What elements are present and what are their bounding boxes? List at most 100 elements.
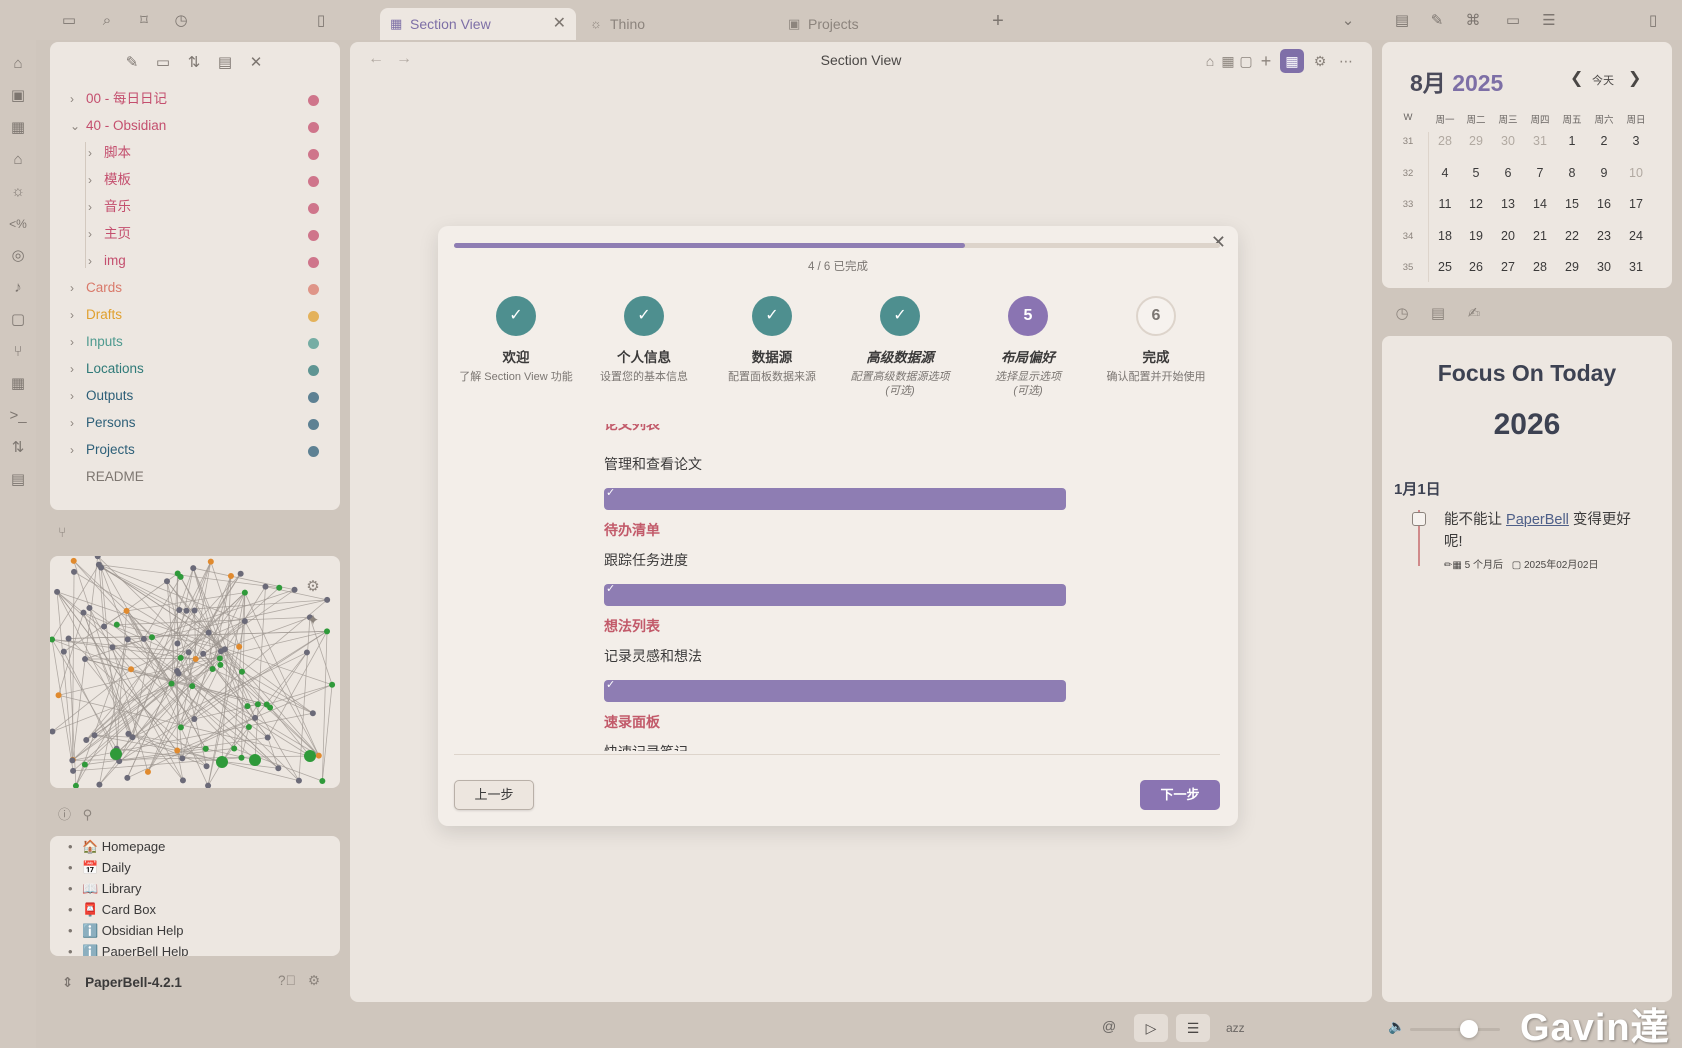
chevron-right-icon[interactable]: › <box>88 194 100 220</box>
graph-node[interactable] <box>174 747 181 754</box>
calendar-icon[interactable]: ▤ <box>1391 10 1413 32</box>
graph-node[interactable] <box>207 558 214 565</box>
tags-icon[interactable]: ⌘ <box>1462 10 1484 32</box>
tree-item[interactable]: › Persons <box>0 410 340 436</box>
calendar-day[interactable]: 4 <box>1430 166 1460 180</box>
calendar-day[interactable]: 24 <box>1621 229 1651 243</box>
graph-node[interactable] <box>324 628 331 635</box>
graph-node[interactable] <box>174 640 181 647</box>
playlist-button[interactable]: ☰ <box>1176 1014 1210 1042</box>
clock-icon[interactable]: ◷ <box>170 10 192 32</box>
graph-node[interactable] <box>263 701 270 708</box>
task-checkbox[interactable] <box>1412 512 1426 526</box>
folder-icon[interactable]: ▭ <box>58 10 80 32</box>
graph-node[interactable] <box>245 724 252 731</box>
graph-node[interactable] <box>55 692 62 699</box>
graph-node[interactable] <box>128 666 135 673</box>
next-button[interactable]: 下一步 <box>1140 780 1220 810</box>
graph-node[interactable] <box>80 609 87 616</box>
graph-node[interactable] <box>249 754 261 766</box>
graph-node[interactable] <box>254 701 261 708</box>
gear-icon[interactable]: ⚙ <box>1308 49 1332 73</box>
graph-node[interactable] <box>124 774 131 781</box>
calendar-day[interactable]: 20 <box>1493 229 1523 243</box>
graph-node[interactable] <box>217 661 224 668</box>
tree-item[interactable]: › Locations <box>0 356 340 382</box>
calendar-day[interactable]: 29 <box>1461 134 1491 148</box>
calendar-clock-icon[interactable]: ◷ <box>1390 302 1414 326</box>
graph-node[interactable] <box>237 570 244 577</box>
close-icon[interactable]: ✕ <box>553 8 566 40</box>
calendar-day[interactable]: 11 <box>1430 197 1460 211</box>
calendar-day[interactable]: 17 <box>1621 197 1651 211</box>
more-icon[interactable]: ⋯ <box>1334 49 1358 73</box>
calendar-day[interactable]: 23 <box>1589 229 1619 243</box>
gear-icon[interactable]: ⚙ <box>302 576 324 598</box>
sort-icon[interactable]: ⇅ <box>183 52 205 74</box>
chevron-right-icon[interactable]: › <box>88 221 100 247</box>
graph-node[interactable] <box>203 763 210 770</box>
graduation-cap-icon[interactable]: ⌂ <box>8 54 28 74</box>
volume-slider-handle[interactable] <box>1460 1020 1478 1038</box>
graph-node[interactable] <box>81 761 88 768</box>
graph-node[interactable] <box>202 745 209 752</box>
tree-item[interactable]: › 00 - 每日日记 <box>0 86 340 112</box>
chevron-right-icon[interactable]: › <box>70 302 82 328</box>
tree-item[interactable]: › Projects <box>0 437 340 463</box>
volume-icon[interactable]: 🔈 <box>1388 1018 1405 1035</box>
chevron-down-icon[interactable]: ⌄ <box>70 113 82 139</box>
graph-node[interactable] <box>144 768 151 775</box>
chevron-right-icon[interactable]: › <box>88 140 100 166</box>
calendar-day[interactable]: 10 <box>1621 166 1651 180</box>
calendar-day[interactable]: 6 <box>1493 166 1523 180</box>
graph-node[interactable] <box>209 666 216 673</box>
calendar-day[interactable]: 5 <box>1461 166 1491 180</box>
new-tab-icon[interactable]: + <box>987 10 1009 32</box>
graph-node[interactable] <box>101 623 108 630</box>
graph-node[interactable] <box>216 756 228 768</box>
graph-node[interactable] <box>221 646 228 653</box>
tree-item[interactable]: › img <box>0 248 340 274</box>
tree-item[interactable]: › Cards <box>0 275 340 301</box>
graph-node[interactable] <box>252 714 259 721</box>
graph-node[interactable] <box>72 782 79 788</box>
chevron-left-icon[interactable]: ❮ <box>1570 68 1583 88</box>
task-link[interactable]: PaperBell <box>1506 512 1569 528</box>
calendar-day[interactable]: 3 <box>1621 134 1651 148</box>
close-icon[interactable]: ✕ <box>245 52 267 74</box>
tree-item[interactable]: › 主页 <box>0 221 340 247</box>
bookmark-item[interactable]: 📅 Daily <box>68 858 131 878</box>
calendar-day[interactable]: 28 <box>1525 260 1555 274</box>
graph-node[interactable] <box>303 649 310 656</box>
calendar-day[interactable]: 18 <box>1430 229 1460 243</box>
chevron-right-icon[interactable]: › <box>88 248 100 274</box>
search-icon[interactable]: ⌕ <box>96 10 118 32</box>
sidebar-toggle-icon[interactable]: ▯ <box>310 10 332 32</box>
graph-node[interactable] <box>148 634 155 641</box>
graph-node[interactable] <box>295 777 302 784</box>
graph-node[interactable] <box>304 750 316 762</box>
calendar-day[interactable]: 26 <box>1461 260 1491 274</box>
calendar-day[interactable]: 27 <box>1493 260 1523 274</box>
graph-node[interactable] <box>191 716 198 723</box>
graph-node[interactable] <box>185 649 192 656</box>
graph-node[interactable] <box>262 583 269 590</box>
new-folder-icon[interactable]: ▭ <box>152 52 174 74</box>
tree-item[interactable]: › 音乐 <box>0 194 340 220</box>
tree-item[interactable]: › Inputs <box>0 329 340 355</box>
calendar-day[interactable]: 2 <box>1589 134 1619 148</box>
archive-icon[interactable]: ▭ <box>1502 10 1524 32</box>
chevron-right-icon[interactable]: › <box>70 86 82 112</box>
graph-node[interactable] <box>231 745 238 752</box>
graph-node[interactable] <box>236 643 243 650</box>
graph-node[interactable] <box>65 635 72 642</box>
section-toggle[interactable]: ✓ <box>604 487 1066 510</box>
graph-node[interactable] <box>163 578 170 585</box>
graph-node[interactable] <box>183 607 190 614</box>
graph-node[interactable] <box>309 710 316 717</box>
tree-item[interactable]: › 脚本 <box>0 140 340 166</box>
signature-icon[interactable]: ✍ <box>1462 302 1486 326</box>
right-sidebar-toggle-icon[interactable]: ▯ <box>1642 10 1664 32</box>
newspaper-icon[interactable]: ▤ <box>1426 302 1450 326</box>
new-note-icon[interactable]: ✎ <box>121 52 143 74</box>
